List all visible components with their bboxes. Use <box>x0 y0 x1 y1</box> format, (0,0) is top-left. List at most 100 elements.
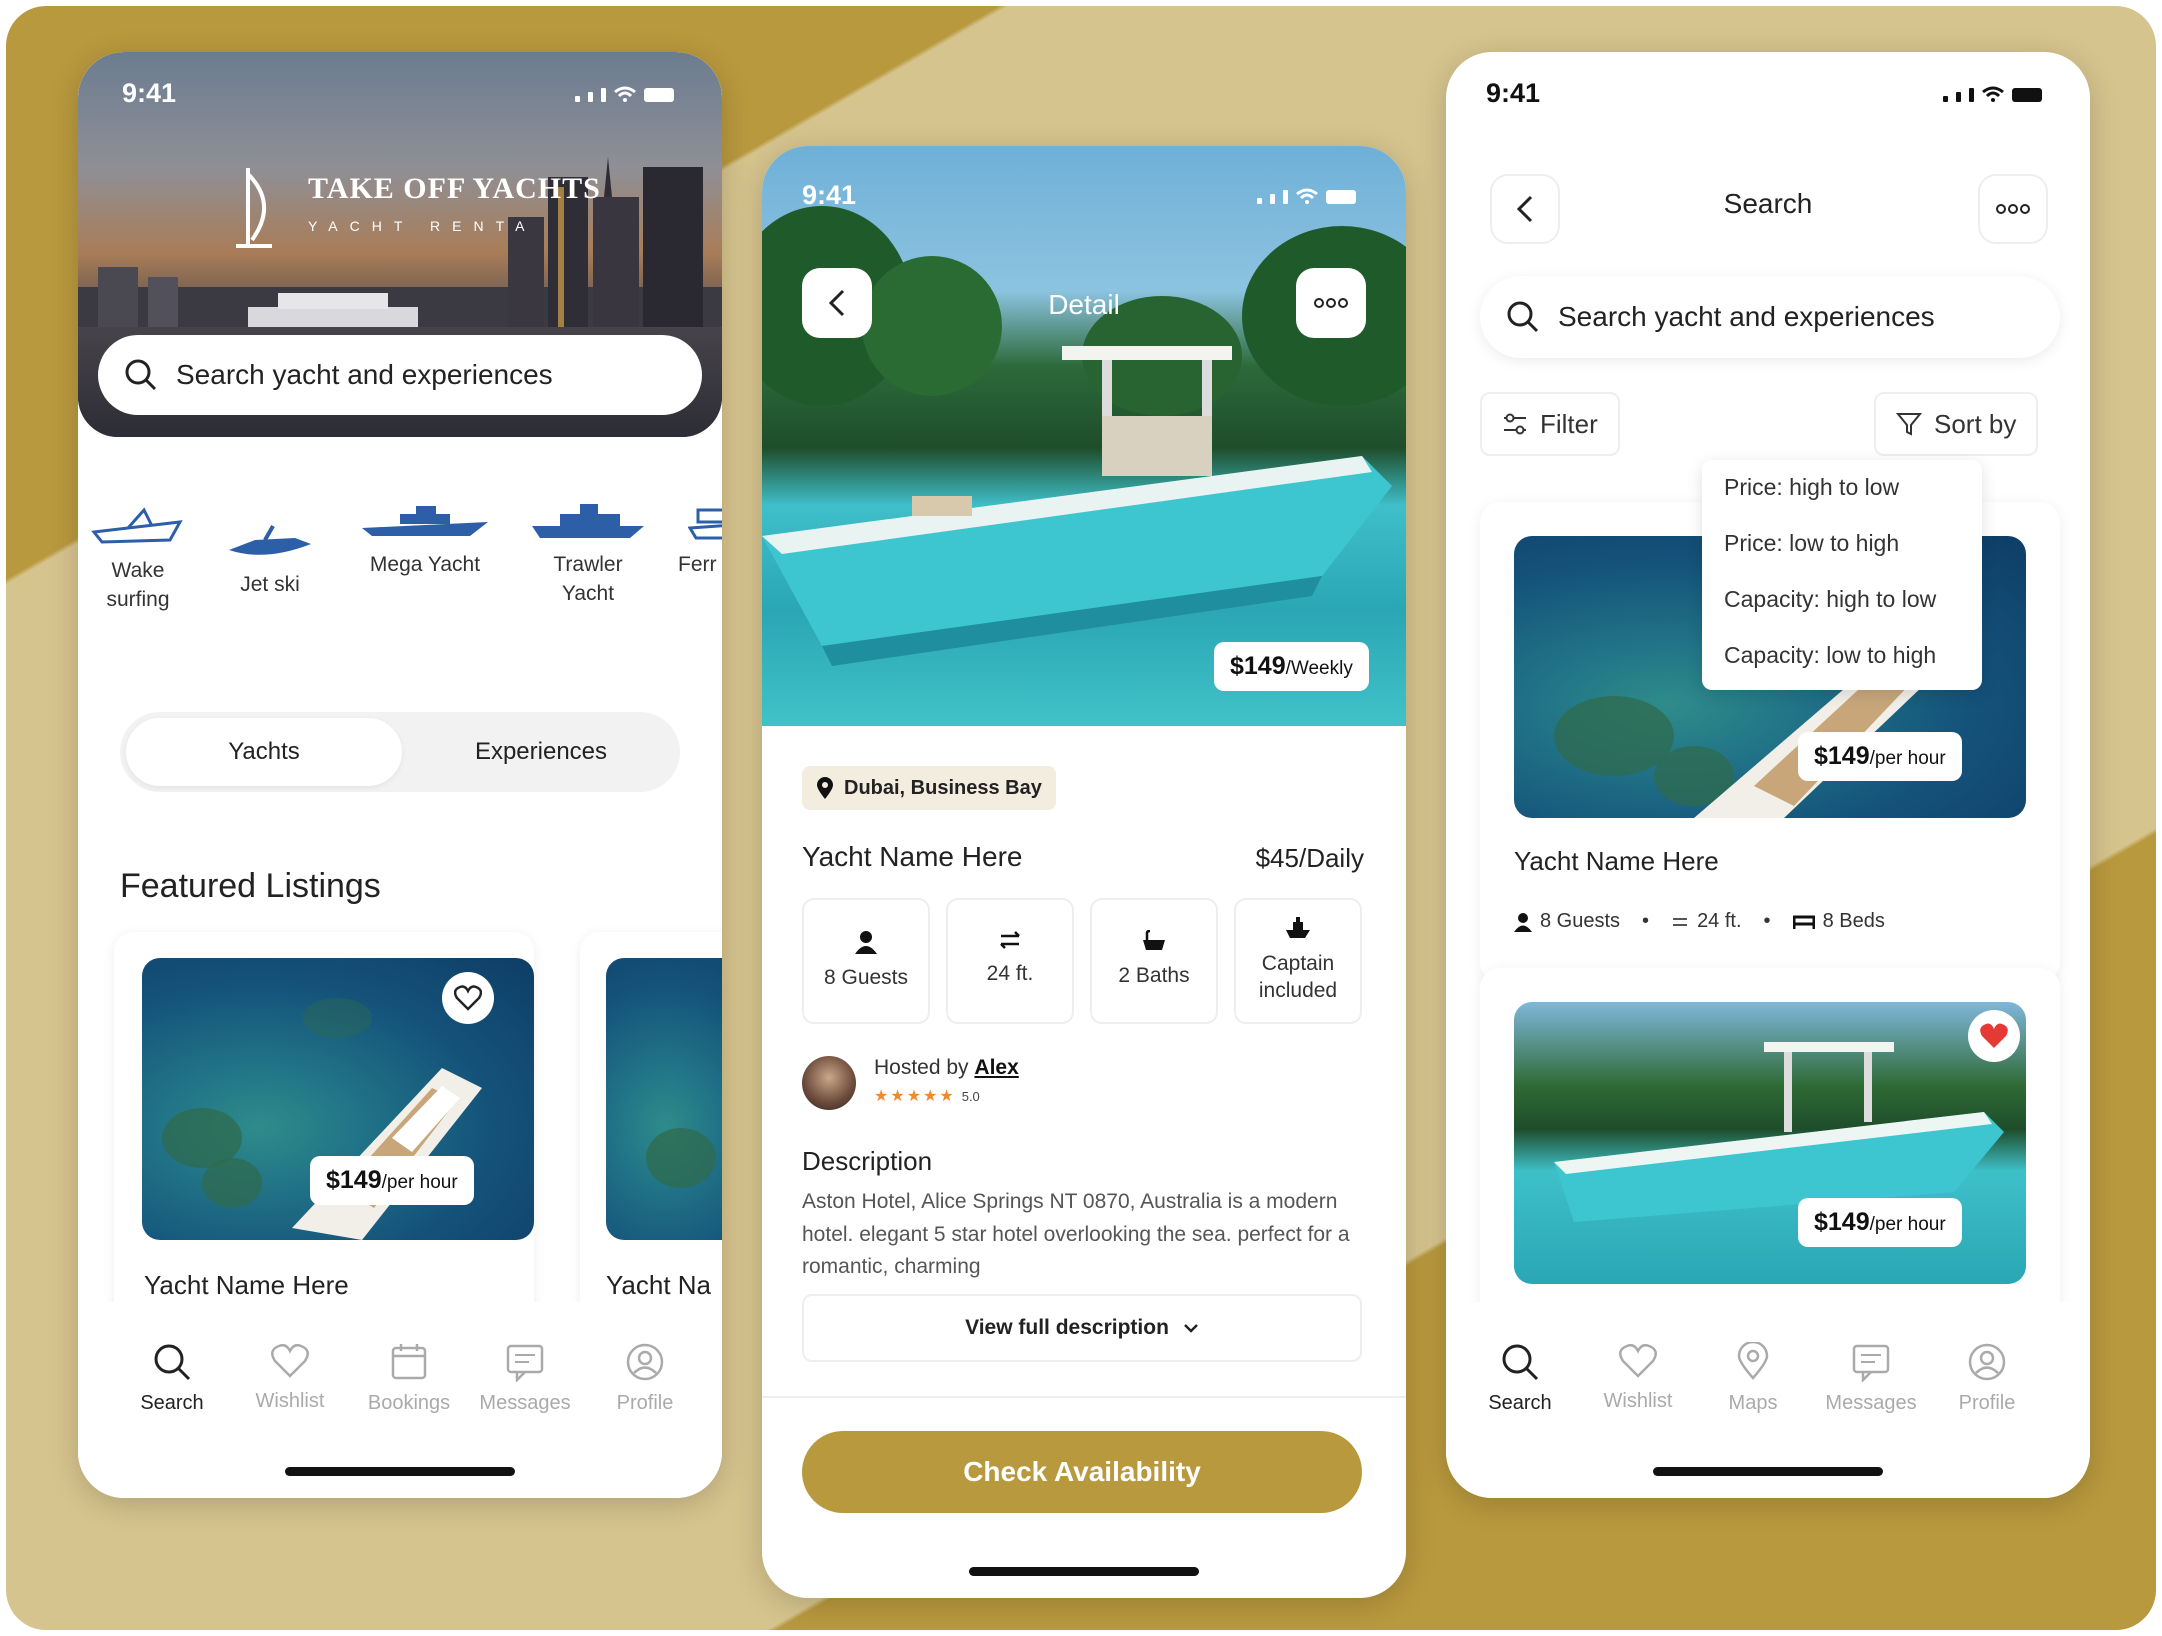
heart-filled-icon <box>1980 1023 2008 1048</box>
check-availability-button[interactable]: Check Availability <box>802 1431 1362 1513</box>
bottom-tab-bar: Search Wishlist Bookings Messages Profil… <box>78 1302 722 1498</box>
status-icons <box>1943 86 2042 102</box>
price-tag: $149/per hour <box>1798 1198 1962 1247</box>
ruler-icon <box>1673 917 1688 926</box>
captain-boat-icon <box>1286 917 1310 938</box>
host-avatar[interactable] <box>802 1056 856 1110</box>
home-indicator <box>969 1567 1199 1576</box>
price-tag: $149/per hour <box>1798 732 1962 781</box>
location-pin-icon <box>817 777 833 799</box>
more-dots-icon <box>1314 298 1348 308</box>
yacht-photo <box>606 958 722 1240</box>
spec-captain: Captain included <box>1234 898 1362 1024</box>
host-name-link[interactable]: Alex <box>974 1056 1018 1079</box>
category-ferry-cruise[interactable]: Ferr Cru <box>678 502 722 579</box>
listing-title: Yacht Name Here <box>1514 846 1719 876</box>
sort-option[interactable]: Capacity: high to low <box>1724 586 1936 613</box>
rating-stars: ★★★★★ 5.0 <box>874 1088 980 1105</box>
status-icons <box>575 86 674 102</box>
listing-card[interactable]: $149/per hour Yacht Name Here <box>114 932 534 1352</box>
yacht-hero-photo: 9:41 Detail $149/Weekly <box>762 146 1406 726</box>
daily-price: $45/Daily <box>1255 843 1364 873</box>
divider <box>762 1396 1406 1398</box>
sort-button[interactable]: Sort by <box>1874 392 2039 456</box>
tab-wishlist[interactable]: Wishlist <box>1588 1342 1688 1413</box>
trawler-yacht-icon <box>532 504 644 538</box>
mega-yacht-icon <box>362 506 488 536</box>
tab-yachts[interactable]: Yachts <box>126 718 402 786</box>
sort-option[interactable]: Price: high to low <box>1724 474 1899 501</box>
person-icon <box>1514 912 1532 932</box>
section-title: Featured Listings <box>120 867 381 905</box>
tab-search[interactable]: Search <box>1470 1342 1570 1415</box>
home-indicator <box>1653 1467 1883 1476</box>
search-icon <box>154 1344 191 1381</box>
tab-profile[interactable]: Profile <box>1942 1342 2032 1415</box>
home-screen-phone: TAKE OFF YACHTS YACHT RENTA 9:41 Search … <box>78 52 722 1498</box>
status-icons <box>1257 188 1356 204</box>
background-canvas: TAKE OFF YACHTS YACHT RENTA 9:41 Search … <box>6 6 2156 1630</box>
category-strip: Wake surfing Jet ski Mega Yacht Trawler … <box>78 502 722 652</box>
sort-option[interactable]: Capacity: low to high <box>1724 642 1936 669</box>
battery-icon <box>2012 88 2042 102</box>
tab-profile[interactable]: Profile <box>600 1342 690 1415</box>
profile-icon <box>626 1343 664 1381</box>
search-input[interactable]: Search yacht and experiences <box>98 335 702 415</box>
wake-surf-boat-icon <box>91 507 183 544</box>
tab-maps[interactable]: Maps <box>1708 1342 1798 1415</box>
host-line: Hosted by Alex <box>874 1056 1019 1079</box>
wifi-icon <box>1296 188 1318 204</box>
search-icon <box>125 359 157 391</box>
spec-baths: 2 Baths <box>1090 898 1218 1024</box>
battery-icon <box>644 88 674 102</box>
spec-length: 24 ft. <box>946 898 1074 1024</box>
category-jet-ski[interactable]: Jet ski <box>220 522 320 599</box>
category-trawler-yacht[interactable]: Trawler Yacht <box>528 502 648 609</box>
bottom-tab-bar: Search Wishlist Maps Messages Profile <box>1446 1302 2090 1498</box>
listing-type-toggle: Yachts Experiences <box>120 712 680 792</box>
category-mega-yacht[interactable]: Mega Yacht <box>360 502 490 579</box>
description-heading: Description <box>802 1146 933 1176</box>
chevron-down-icon <box>1184 1324 1198 1333</box>
tab-bookings[interactable]: Bookings <box>354 1342 464 1415</box>
sort-option[interactable]: Price: low to high <box>1724 530 1899 557</box>
spec-guests: 8 Guests <box>802 898 930 1024</box>
bed-icon <box>1792 915 1815 929</box>
status-time: 9:41 <box>802 180 857 210</box>
bathtub-icon <box>1143 930 1165 950</box>
listing-meta: 8 Guests • 24 ft. • 8 Beds <box>1514 910 1885 933</box>
more-dots-icon <box>1996 204 2030 214</box>
search-icon <box>1507 301 1539 333</box>
brand-name: TAKE OFF YACHTS <box>308 172 601 205</box>
listing-title: Yacht Name Here <box>144 1270 349 1300</box>
sail-tower-icon <box>236 168 272 248</box>
search-results-phone: 9:41 Search Search yacht and experiences… <box>1446 52 2090 1498</box>
jet-ski-icon <box>229 525 311 555</box>
tab-messages[interactable]: Messages <box>1816 1342 1926 1415</box>
more-options-button[interactable] <box>1296 268 1366 338</box>
tab-search[interactable]: Search <box>122 1342 222 1415</box>
heart-outline-icon <box>454 985 482 1011</box>
wifi-icon <box>1982 86 2004 102</box>
search-placeholder: Search yacht and experiences <box>176 359 553 390</box>
category-wake-surfing[interactable]: Wake surfing <box>84 502 192 615</box>
search-input[interactable]: Search yacht and experiences <box>1480 276 2060 358</box>
wishlist-button[interactable] <box>1968 1010 2020 1062</box>
tab-messages[interactable]: Messages <box>470 1342 580 1415</box>
listing-card[interactable]: Yacht Na <box>580 932 722 1352</box>
tab-experiences[interactable]: Experiences <box>408 718 674 786</box>
ruler-icon <box>1000 931 1020 949</box>
view-full-description-button[interactable]: View full description <box>802 1294 1362 1362</box>
price-tag: $149/Weekly <box>1214 642 1369 691</box>
sort-dropdown-menu: Price: high to low Price: low to high Ca… <box>1702 460 1982 690</box>
more-options-button[interactable] <box>1978 174 2048 244</box>
funnel-icon <box>1896 413 1922 436</box>
status-time: 9:41 <box>122 78 177 108</box>
tab-wishlist[interactable]: Wishlist <box>240 1342 340 1413</box>
yacht-name: Yacht Name Here <box>802 841 1023 872</box>
filter-button[interactable]: Filter <box>1480 392 1620 456</box>
person-icon <box>855 931 877 954</box>
wishlist-button[interactable] <box>442 972 494 1024</box>
location-chip: Dubai, Business Bay <box>802 766 1056 810</box>
wifi-icon <box>614 86 636 102</box>
